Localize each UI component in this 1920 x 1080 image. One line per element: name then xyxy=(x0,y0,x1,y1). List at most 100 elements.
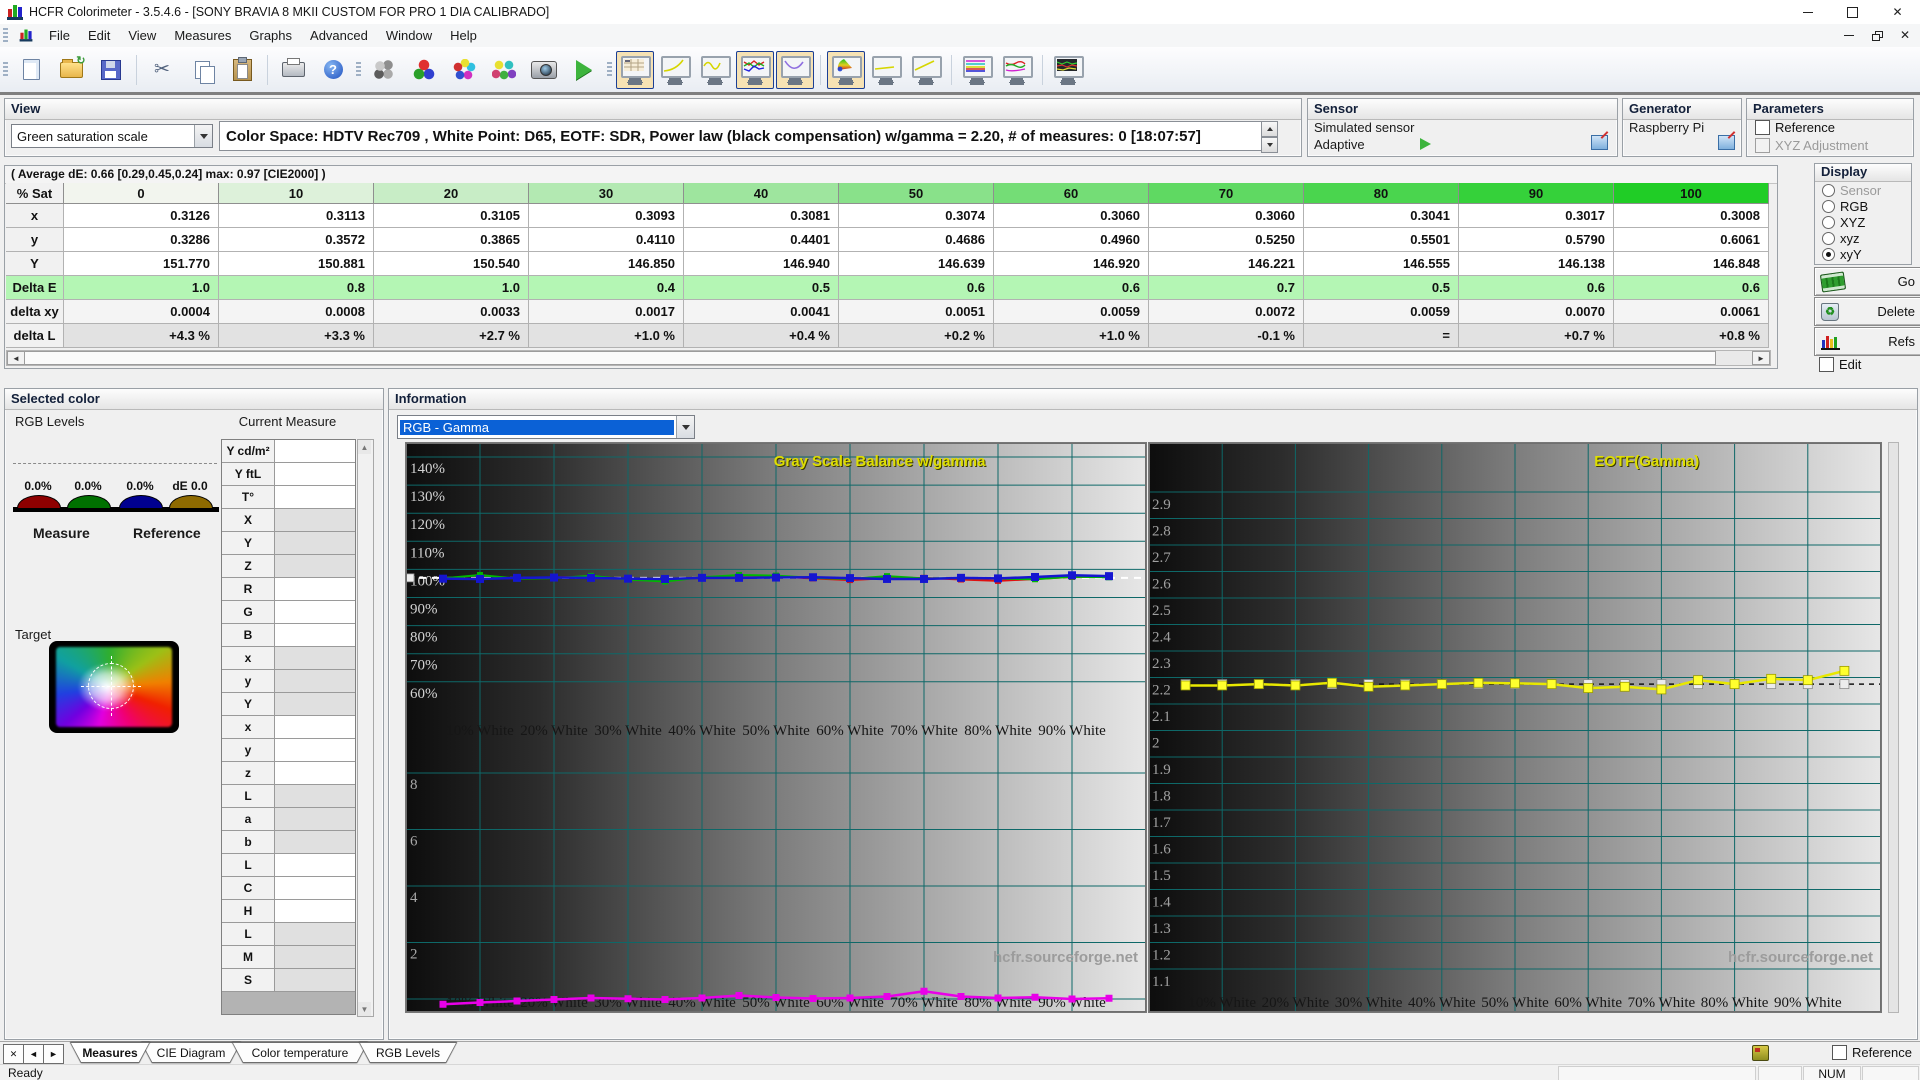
column-header-100[interactable]: 100 xyxy=(1614,183,1769,204)
table-cell[interactable]: 150.540 xyxy=(374,252,529,276)
table-cell[interactable]: 0.0033 xyxy=(374,300,529,324)
view-luma-curve-button[interactable] xyxy=(907,51,945,89)
close-button[interactable] xyxy=(1875,0,1920,24)
table-cell[interactable]: 0.0017 xyxy=(529,300,684,324)
menu-edit[interactable]: Edit xyxy=(79,25,119,46)
generator-config-icon[interactable] xyxy=(1718,135,1735,150)
tab-close-button[interactable] xyxy=(3,1044,24,1064)
paste-button[interactable] xyxy=(223,51,261,89)
menu-window[interactable]: Window xyxy=(377,25,441,46)
table-cell[interactable]: 0.3093 xyxy=(529,204,684,228)
maximize-button[interactable] xyxy=(1830,0,1875,24)
scroll-up-button[interactable] xyxy=(358,440,371,454)
table-cell[interactable]: +1.0 % xyxy=(529,324,684,348)
table-cell[interactable]: 0.0059 xyxy=(994,300,1149,324)
table-cell[interactable]: -0.1 % xyxy=(1149,324,1304,348)
table-cell[interactable]: 1.0 xyxy=(64,276,219,300)
view-cie-button[interactable] xyxy=(827,50,865,89)
table-cell[interactable]: 146.639 xyxy=(839,252,994,276)
table-cell[interactable]: +0.4 % xyxy=(684,324,839,348)
table-cell[interactable]: 0.3060 xyxy=(1149,204,1304,228)
table-cell[interactable]: 0.3017 xyxy=(1459,204,1614,228)
mdi-minimize-button[interactable] xyxy=(1840,27,1858,43)
column-header-50[interactable]: 50 xyxy=(839,183,994,204)
table-cell[interactable]: = xyxy=(1304,324,1459,348)
scroll-right-button[interactable] xyxy=(1752,351,1770,365)
view-luminance-button[interactable] xyxy=(696,51,734,89)
table-cell[interactable]: 0.0041 xyxy=(684,300,839,324)
graph-selector[interactable]: RGB - Gamma xyxy=(397,415,695,439)
table-cell[interactable]: 0.0008 xyxy=(219,300,374,324)
toolbar-grip-2[interactable] xyxy=(356,61,361,78)
radio-icon[interactable] xyxy=(1822,199,1835,213)
save-button[interactable] xyxy=(92,51,130,89)
radio-icon[interactable] xyxy=(1822,231,1835,245)
table-cell[interactable]: 0.0004 xyxy=(64,300,219,324)
column-header-90[interactable]: 90 xyxy=(1459,183,1614,204)
toolbar-grip-3[interactable] xyxy=(607,61,612,78)
table-cell[interactable]: 0.3074 xyxy=(839,204,994,228)
table-cell[interactable]: 0.0051 xyxy=(839,300,994,324)
display-option-XYZ[interactable]: XYZ xyxy=(1822,214,1911,230)
table-cell[interactable]: 0.3286 xyxy=(64,228,219,252)
table-cell[interactable]: 0.5790 xyxy=(1459,228,1614,252)
table-cell[interactable]: 0.6 xyxy=(1459,276,1614,300)
go-button[interactable]: Go xyxy=(1814,267,1920,296)
column-header-40[interactable]: 40 xyxy=(684,183,839,204)
view-neargray-button[interactable] xyxy=(867,51,905,89)
print-button[interactable] xyxy=(274,51,312,89)
table-cell[interactable]: 0.3865 xyxy=(374,228,529,252)
tab-cie-diagram[interactable]: CIE Diagram xyxy=(141,1042,241,1063)
table-cell[interactable]: +0.7 % xyxy=(1459,324,1614,348)
table-cell[interactable]: 0.3126 xyxy=(64,204,219,228)
menu-grip[interactable] xyxy=(3,27,8,44)
table-cell[interactable]: 146.848 xyxy=(1614,252,1769,276)
table-cell[interactable]: 0.0070 xyxy=(1459,300,1614,324)
toolbar-grip[interactable] xyxy=(3,61,8,78)
table-cell[interactable]: 0.8 xyxy=(219,276,374,300)
display-option-xyz[interactable]: xyz xyxy=(1822,230,1911,246)
checkbox-icon[interactable] xyxy=(1755,120,1770,135)
sensor-config-icon[interactable] xyxy=(1591,135,1608,150)
column-header-0[interactable]: 0 xyxy=(64,183,219,204)
copy-button[interactable] xyxy=(183,51,221,89)
column-header-60[interactable]: 60 xyxy=(994,183,1149,204)
table-cell[interactable]: 0.4401 xyxy=(684,228,839,252)
menu-file[interactable]: File xyxy=(40,25,79,46)
table-cell[interactable]: 0.3081 xyxy=(684,204,839,228)
table-cell[interactable]: 0.5 xyxy=(684,276,839,300)
spinner-down-button[interactable] xyxy=(1261,137,1278,153)
table-cell[interactable]: 0.3105 xyxy=(374,204,529,228)
column-header-30[interactable]: 30 xyxy=(529,183,684,204)
table-cell[interactable]: 0.4110 xyxy=(529,228,684,252)
table-cell[interactable]: 0.5501 xyxy=(1304,228,1459,252)
menu-advanced[interactable]: Advanced xyxy=(301,25,377,46)
view-gamma-button[interactable] xyxy=(656,51,694,89)
view-rgb-levels-button[interactable] xyxy=(736,50,774,89)
table-cell[interactable]: 0.5250 xyxy=(1149,228,1304,252)
view-color-temp-button[interactable] xyxy=(776,50,814,89)
mdi-close-button[interactable] xyxy=(1896,27,1914,43)
table-cell[interactable]: 0.3008 xyxy=(1614,204,1769,228)
new-document-button[interactable] xyxy=(12,51,50,89)
scale-selector[interactable]: Green saturation scale xyxy=(11,124,213,148)
radio-icon[interactable] xyxy=(1822,215,1835,229)
column-header-10[interactable]: 10 xyxy=(219,183,374,204)
tab-rgb-levels[interactable]: RGB Levels xyxy=(359,1042,457,1063)
table-cell[interactable]: +3.3 % xyxy=(219,324,374,348)
table-cell[interactable]: 0.5 xyxy=(1304,276,1459,300)
table-cell[interactable]: 0.6 xyxy=(839,276,994,300)
tab-next-button[interactable] xyxy=(43,1044,64,1064)
language-indicator-icon[interactable] xyxy=(1752,1045,1769,1061)
table-cell[interactable]: 0.7 xyxy=(1149,276,1304,300)
edit-checkbox[interactable]: Edit xyxy=(1819,357,1861,372)
table-cell[interactable]: 146.850 xyxy=(529,252,684,276)
table-cell[interactable]: 0.6061 xyxy=(1614,228,1769,252)
delete-button[interactable]: Delete xyxy=(1814,297,1920,326)
view-dark-multi-button[interactable] xyxy=(1049,51,1087,89)
free-measure-button[interactable] xyxy=(365,51,403,89)
refs-button[interactable]: Refs xyxy=(1814,327,1920,356)
chart-splitter[interactable] xyxy=(1888,442,1899,1013)
table-cell[interactable]: +0.8 % xyxy=(1614,324,1769,348)
table-cell[interactable]: 146.920 xyxy=(994,252,1149,276)
